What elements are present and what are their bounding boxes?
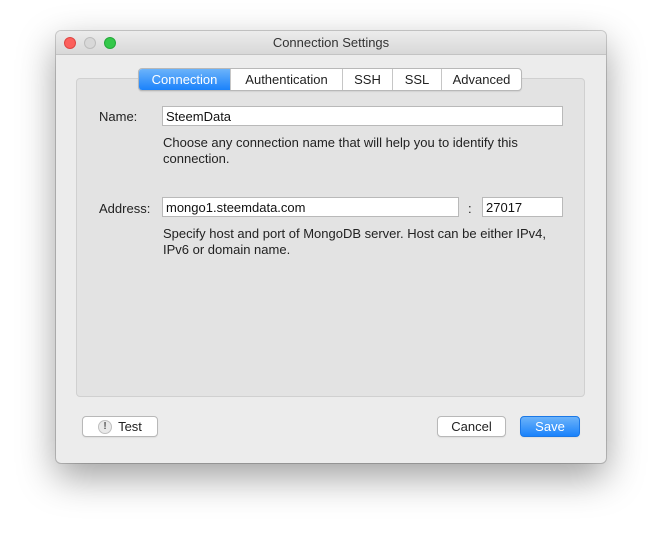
- tab-advanced[interactable]: Advanced: [441, 69, 521, 90]
- window-title: Connection Settings: [272, 35, 390, 50]
- cancel-button[interactable]: Cancel: [437, 416, 506, 437]
- connection-settings-window: Connection Settings Connection Authentic…: [56, 31, 606, 463]
- tab-ssh[interactable]: SSH: [342, 69, 392, 90]
- name-help-text: Choose any connection name that will hel…: [163, 135, 518, 166]
- name-label: Name:: [99, 109, 138, 124]
- tab-connection[interactable]: Connection: [139, 69, 230, 90]
- title-bar[interactable]: Connection Settings: [56, 31, 606, 55]
- save-button[interactable]: Save: [520, 416, 580, 437]
- name-input[interactable]: [162, 106, 563, 126]
- tab-authentication[interactable]: Authentication: [230, 69, 342, 90]
- settings-tabs: Connection Authentication SSH SSL Advanc…: [138, 68, 522, 91]
- port-separator: :: [468, 201, 472, 216]
- warning-icon: !: [98, 419, 113, 434]
- tab-ssl[interactable]: SSL: [392, 69, 441, 90]
- test-button-label: Test: [118, 419, 142, 434]
- address-label: Address:: [99, 201, 151, 216]
- test-button[interactable]: ! Test: [82, 416, 158, 437]
- port-input[interactable]: [482, 197, 563, 217]
- host-input[interactable]: [162, 197, 459, 217]
- address-help-text: Specify host and port of MongoDB server.…: [163, 226, 546, 257]
